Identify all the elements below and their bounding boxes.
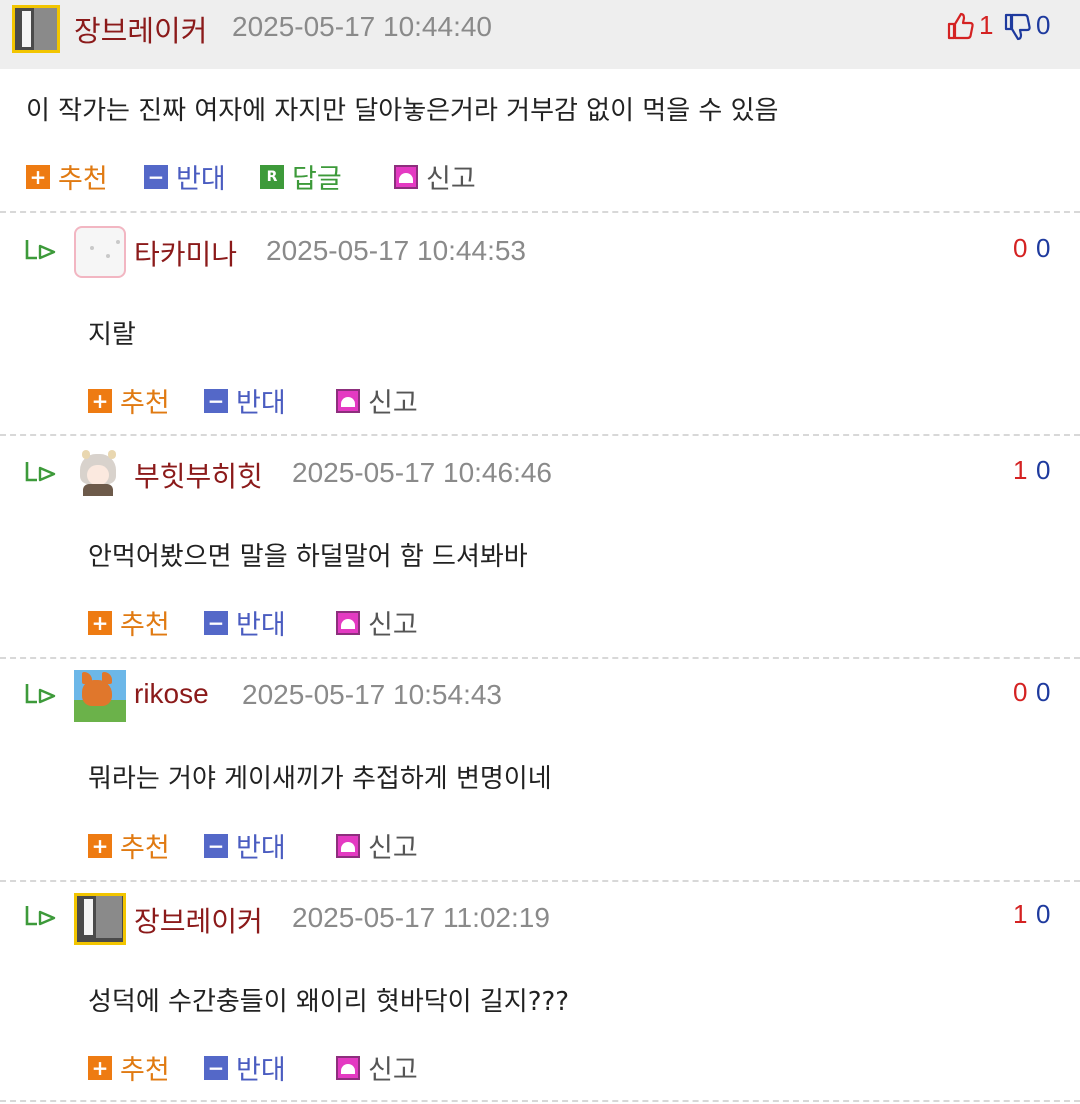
siren-icon: [336, 388, 360, 413]
recommend-label: 추천: [120, 1055, 170, 1086]
avatar[interactable]: [74, 448, 126, 500]
reply-label: 답글: [292, 164, 342, 195]
oppose-label: 반대: [236, 1055, 286, 1086]
oppose-button[interactable]: − 반대: [144, 157, 226, 196]
thumbs-down-icon[interactable]: [1003, 12, 1031, 42]
comment-content: 안먹어봤으면 말을 하덜말어 함 드셔봐바: [88, 542, 528, 572]
downvote-count: 0: [1036, 10, 1051, 40]
siren-icon: [336, 833, 360, 858]
plus-box-icon: +: [88, 1055, 112, 1080]
avatar[interactable]: [74, 670, 126, 722]
oppose-button[interactable]: − 반대: [204, 826, 286, 865]
author-nickname[interactable]: 타카미나: [134, 233, 237, 273]
reply-button[interactable]: R 답글: [260, 157, 342, 196]
report-label: 신고: [368, 388, 418, 419]
minus-box-icon: −: [204, 610, 228, 635]
recommend-label: 추천: [120, 833, 170, 864]
oppose-label: 반대: [176, 164, 226, 195]
report-label: 신고: [368, 610, 418, 641]
oppose-label: 반대: [236, 833, 286, 864]
upvote-count: 1: [1013, 899, 1028, 929]
report-button[interactable]: 신고: [394, 157, 476, 196]
downvote-count: 0: [1036, 677, 1051, 707]
comment-date: 2025-05-17 11:02:19: [292, 902, 550, 933]
comment-content: 이 작가는 진짜 여자에 자지만 달아놓은거라 거부감 없이 먹을 수 있음: [26, 96, 779, 126]
report-label: 신고: [426, 164, 476, 195]
comment-divider: [0, 657, 1080, 659]
comment-date: 2025-05-17 10:44:53: [266, 235, 526, 266]
report-label: 신고: [368, 1055, 418, 1086]
comment-date: 2025-05-17 10:46:46: [292, 457, 552, 488]
comment-content: 성덕에 수간충들이 왜이리 혓바닥이 길지???: [88, 987, 570, 1017]
siren-icon: [336, 1055, 360, 1080]
downvote-count: 0: [1036, 233, 1051, 263]
recommend-button[interactable]: + 추천: [88, 1048, 170, 1087]
reply-arrow-icon: [25, 684, 56, 704]
oppose-label: 반대: [236, 388, 286, 419]
report-button[interactable]: 신고: [336, 603, 418, 642]
downvote-count: 0: [1036, 899, 1051, 929]
thumbs-up-icon[interactable]: [946, 11, 974, 41]
author-nickname[interactable]: 부힛부히힛: [134, 455, 263, 495]
avatar-image: [34, 8, 57, 50]
recommend-button[interactable]: + 추천: [88, 381, 170, 420]
comment-divider: [0, 211, 1080, 213]
minus-box-icon: −: [204, 1055, 228, 1080]
oppose-button[interactable]: − 반대: [204, 603, 286, 642]
siren-icon: [394, 164, 418, 189]
minus-box-icon: −: [144, 164, 168, 189]
oppose-label: 반대: [236, 610, 286, 641]
avatar[interactable]: [74, 893, 126, 945]
downvote-count: 0: [1036, 455, 1051, 485]
upvote-count: 0: [1013, 677, 1028, 707]
comment-divider: [0, 434, 1080, 436]
avatar[interactable]: [74, 226, 126, 278]
upvote-count: 1: [1013, 455, 1028, 485]
report-button[interactable]: 신고: [336, 381, 418, 420]
recommend-button[interactable]: + 추천: [88, 826, 170, 865]
minus-box-icon: −: [204, 388, 228, 413]
upvote-count: 0: [1013, 233, 1028, 263]
report-label: 신고: [368, 833, 418, 864]
report-button[interactable]: 신고: [336, 1048, 418, 1087]
recommend-label: 추천: [58, 164, 108, 195]
oppose-button[interactable]: − 반대: [204, 381, 286, 420]
reply-arrow-icon: [25, 240, 56, 260]
avatar[interactable]: [12, 5, 60, 53]
author-nickname[interactable]: rikose: [134, 678, 209, 710]
plus-box-icon: +: [26, 164, 50, 189]
comment-divider: [0, 1100, 1080, 1102]
plus-box-icon: +: [88, 388, 112, 413]
reply-arrow-icon: [25, 462, 56, 482]
recommend-button[interactable]: + 추천: [26, 157, 108, 196]
comment-content: 지랄: [88, 320, 136, 350]
author-nickname[interactable]: 장브레이커: [134, 900, 263, 940]
author-nickname[interactable]: 장브레이커: [74, 8, 207, 50]
report-button[interactable]: 신고: [336, 826, 418, 865]
upvote-count: 1: [979, 10, 994, 40]
recommend-label: 추천: [120, 388, 170, 419]
comment-divider: [0, 880, 1080, 882]
avatar-image: [84, 899, 93, 935]
siren-icon: [336, 610, 360, 635]
oppose-button[interactable]: − 반대: [204, 1048, 286, 1087]
avatar-image: [22, 11, 31, 47]
plus-box-icon: +: [88, 610, 112, 635]
comment-date: 2025-05-17 10:44:40: [232, 11, 492, 42]
recommend-button[interactable]: + 추천: [88, 603, 170, 642]
reply-arrow-icon: [25, 906, 56, 926]
recommend-label: 추천: [120, 610, 170, 641]
comment-date: 2025-05-17 10:54:43: [242, 679, 502, 710]
minus-box-icon: −: [204, 833, 228, 858]
plus-box-icon: +: [88, 833, 112, 858]
r-box-icon: R: [260, 164, 284, 189]
avatar-image: [96, 896, 122, 938]
comment-content: 뭐라는 거야 게이새끼가 추접하게 변명이네: [88, 764, 552, 794]
